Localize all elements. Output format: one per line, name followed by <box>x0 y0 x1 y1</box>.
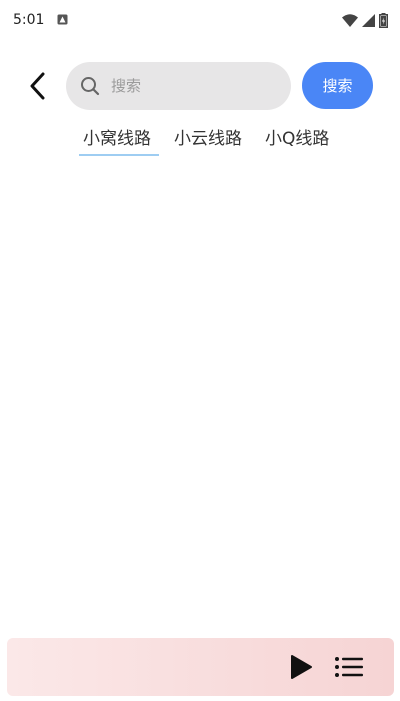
active-tab-indicator <box>79 154 159 156</box>
status-time: 5:01 <box>13 12 45 28</box>
status-bar: 5:01 <box>0 0 400 40</box>
signal-icon <box>362 14 375 27</box>
back-button[interactable] <box>22 70 52 102</box>
playlist-icon[interactable] <box>334 655 364 679</box>
music-search-screen: 5:01 搜索 搜索 小窝线路 小云线路 小Q线路 <box>0 0 400 701</box>
battery-icon <box>379 13 388 28</box>
search-box[interactable] <box>66 62 291 110</box>
mini-player-bar[interactable] <box>7 638 394 696</box>
tab-xiaoq-line[interactable]: 小Q线路 <box>265 127 329 157</box>
tab-xiaowo-line[interactable]: 小窝线路 <box>83 127 151 157</box>
source-tabs: 小窝线路 小云线路 小Q线路 <box>0 127 400 159</box>
tab-xiaoyun-line[interactable]: 小云线路 <box>174 127 242 157</box>
notification-icon <box>57 14 68 25</box>
status-icons <box>342 13 388 28</box>
wifi-icon <box>342 14 358 27</box>
search-input[interactable] <box>109 76 273 96</box>
play-icon[interactable] <box>288 654 314 680</box>
chevron-left-icon <box>30 72 45 100</box>
search-button[interactable]: 搜索 <box>302 62 373 109</box>
search-icon <box>80 76 100 96</box>
